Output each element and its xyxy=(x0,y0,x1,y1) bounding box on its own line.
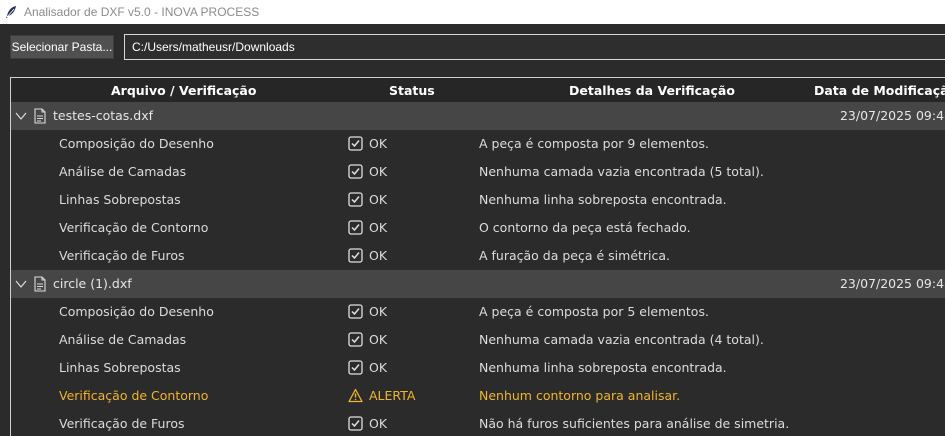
status-text: OK xyxy=(369,248,388,263)
check-details: Nenhum contorno para analisar. xyxy=(479,388,681,403)
check-row[interactable]: Verificação de Furos OK Não há furos sufic… xyxy=(11,410,945,436)
check-details: Não há furos suficientes para análise de… xyxy=(479,416,790,431)
checkbox-icon xyxy=(348,248,363,263)
file-row[interactable]: circle (1).dxf 23/07/2025 09:43 xyxy=(11,270,945,298)
check-details: A peça é composta por 9 elementos. xyxy=(479,136,709,151)
check-details: Nenhuma camada vazia encontrada (5 total… xyxy=(479,164,764,179)
check-row[interactable]: Composição do Desenho OK A peça é composta… xyxy=(11,130,945,158)
check-row[interactable]: Composição do Desenho OK A peça é composta… xyxy=(11,298,945,326)
window-title: Analisador de DXF v5.0 - INOVA PROCESS xyxy=(24,5,260,19)
status-text: OK xyxy=(369,360,388,375)
file-name: testes-cotas.dxf xyxy=(53,108,154,123)
check-name: Análise de Camadas xyxy=(59,332,187,347)
status-text: OK xyxy=(369,136,388,151)
check-name: Linhas Sobrepostas xyxy=(59,192,181,207)
check-name: Verificação de Contorno xyxy=(59,388,209,403)
check-row[interactable]: Verificação de Contorno OK O contorno da p… xyxy=(11,214,945,242)
checkbox-icon xyxy=(348,220,363,235)
column-header-details[interactable]: Detalhes da Verificação xyxy=(569,83,735,98)
title-bar: Analisador de DXF v5.0 - INOVA PROCESS xyxy=(0,0,945,24)
status-text: OK xyxy=(369,304,388,319)
column-header-status[interactable]: Status xyxy=(389,83,435,98)
checkbox-icon xyxy=(348,192,363,207)
check-name: Linhas Sobrepostas xyxy=(59,360,181,375)
status-text: ALERTA xyxy=(369,388,416,403)
check-details: Nenhuma camada vazia encontrada (4 total… xyxy=(479,332,764,347)
check-name: Análise de Camadas xyxy=(59,164,187,179)
check-row[interactable]: Verificação de Contorno ALERTA Nenhum cont… xyxy=(11,382,945,410)
check-name: Verificação de Furos xyxy=(59,248,185,263)
check-name: Verificação de Contorno xyxy=(59,220,209,235)
status-text: OK xyxy=(369,220,388,235)
column-header-date[interactable]: Data de Modificação xyxy=(814,83,945,98)
file-row[interactable]: testes-cotas.dxf 23/07/2025 09:48 xyxy=(11,102,945,130)
check-row[interactable]: Linhas Sobrepostas OK Nenhuma linha sobrep… xyxy=(11,186,945,214)
check-details: Nenhuma linha sobreposta encontrada. xyxy=(479,192,727,207)
check-details: A peça é composta por 5 elementos. xyxy=(479,304,709,319)
warning-icon xyxy=(348,388,363,403)
status-text: OK xyxy=(369,332,388,347)
table-header: Arquivo / Verificação Status Detalhes da… xyxy=(11,78,945,102)
check-row[interactable]: Análise de Camadas OK Nenhuma camada vazia… xyxy=(11,326,945,354)
feather-icon xyxy=(4,5,18,19)
checkbox-icon xyxy=(348,332,363,347)
results-tree[interactable]: Arquivo / Verificação Status Detalhes da… xyxy=(10,77,945,436)
chevron-down-icon[interactable] xyxy=(15,277,27,291)
modified-date: 23/07/2025 09:48 xyxy=(839,108,945,123)
status-text: OK xyxy=(369,416,388,431)
check-row[interactable]: Análise de Camadas OK Nenhuma camada vazia… xyxy=(11,158,945,186)
check-details: A furação da peça é simétrica. xyxy=(479,248,671,263)
modified-date: 23/07/2025 09:43 xyxy=(839,276,945,291)
checkbox-icon xyxy=(348,416,363,431)
check-name: Composição do Desenho xyxy=(59,304,214,319)
checkbox-icon xyxy=(348,304,363,319)
check-name: Verificação de Furos xyxy=(59,416,185,431)
check-row[interactable]: Verificação de Furos OK A furação da peça … xyxy=(11,242,945,270)
checkbox-icon xyxy=(348,136,363,151)
status-text: OK xyxy=(369,164,388,179)
check-row[interactable]: Linhas Sobrepostas OK Nenhuma linha sobrep… xyxy=(11,354,945,382)
select-folder-button[interactable]: Selecionar Pasta... xyxy=(10,35,114,59)
checkbox-icon xyxy=(348,164,363,179)
check-details: O contorno da peça está fechado. xyxy=(479,220,691,235)
document-icon xyxy=(33,108,47,124)
check-details: Nenhuma linha sobreposta encontrada. xyxy=(479,360,727,375)
chevron-down-icon[interactable] xyxy=(15,109,27,123)
toolbar: Selecionar Pasta... C:/Users/matheusr/Do… xyxy=(0,24,945,70)
folder-path-field[interactable]: C:/Users/matheusr/Downloads xyxy=(124,34,945,60)
status-text: OK xyxy=(369,192,388,207)
check-name: Composição do Desenho xyxy=(59,136,214,151)
checkbox-icon xyxy=(348,360,363,375)
column-header-file[interactable]: Arquivo / Verificação xyxy=(111,83,256,98)
file-name: circle (1).dxf xyxy=(53,276,132,291)
document-icon xyxy=(33,276,47,292)
